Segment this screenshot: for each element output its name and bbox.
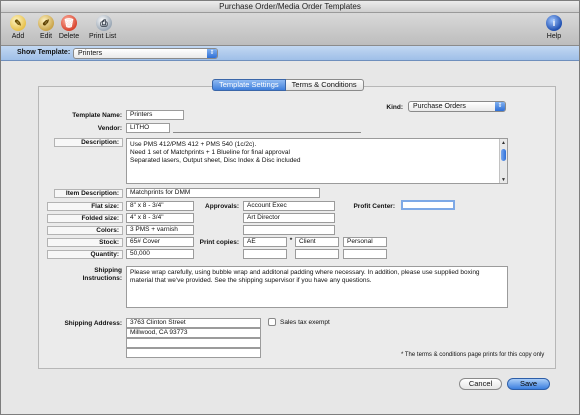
vendor-label: Vendor: bbox=[97, 125, 122, 132]
item-description-label: Item Description: bbox=[54, 189, 123, 198]
description-line: Separated lasers, Output sheet, Disc Ind… bbox=[130, 157, 301, 164]
sales-tax-exempt-checkbox[interactable] bbox=[268, 318, 276, 326]
show-template-label: Show Template: bbox=[17, 49, 71, 56]
print-copy-field[interactable]: Personal bbox=[343, 237, 387, 247]
edit-label: Edit bbox=[39, 33, 53, 40]
edit-button[interactable]: ✐ Edit bbox=[35, 15, 57, 40]
folded-size-label: Folded size: bbox=[47, 214, 123, 223]
kind-arrow-icon: ⇕ bbox=[495, 102, 505, 111]
kind-label: Kind: bbox=[386, 104, 403, 111]
content-area: Template Name: Printers Kind: Purchase O… bbox=[1, 61, 579, 414]
window-title: Purchase Order/Media Order Templates bbox=[219, 2, 361, 11]
shipping-address-line[interactable]: 3763 Clinton Street bbox=[126, 318, 261, 328]
save-button[interactable]: Save bbox=[507, 378, 550, 390]
shipping-instructions-label: Shipping bbox=[94, 267, 122, 274]
scroll-down-icon[interactable]: ▼ bbox=[500, 176, 507, 183]
help-icon: i bbox=[546, 15, 562, 31]
description-field[interactable]: Use PMS 412/PMS 412 + PMS 540 (1c/2c). N… bbox=[126, 138, 508, 184]
shipping-instructions-label-2: Instructions: bbox=[82, 275, 122, 282]
vendor-field[interactable]: LITHO bbox=[126, 123, 170, 133]
shipping-instructions-line: material that we've provided. See the sh… bbox=[130, 277, 372, 284]
approvals-label: Approvals: bbox=[205, 203, 239, 210]
description-line: Use PMS 412/PMS 412 + PMS 540 (1c/2c). bbox=[130, 141, 257, 148]
folded-size-field[interactable]: 4" x 8 - 3/4" bbox=[126, 213, 194, 223]
sales-tax-exempt-label: Sales tax exempt bbox=[280, 319, 330, 326]
print-copy-field[interactable] bbox=[243, 249, 287, 259]
print-list-button[interactable]: ⎙ Print List bbox=[89, 15, 116, 40]
flat-size-field[interactable]: 8" x 8 - 3/4" bbox=[126, 201, 194, 211]
print-copy-field[interactable]: Client bbox=[295, 237, 339, 247]
shipping-address-line[interactable] bbox=[126, 348, 261, 358]
cancel-button[interactable]: Cancel bbox=[459, 378, 502, 390]
scroll-up-icon[interactable]: ▲ bbox=[500, 139, 507, 146]
shipping-address-line[interactable] bbox=[126, 338, 261, 348]
tab-template-settings[interactable]: Template Settings bbox=[212, 79, 286, 91]
template-name-label: Template Name: bbox=[72, 112, 122, 119]
template-settings-panel: Template Name: Printers Kind: Purchase O… bbox=[38, 86, 556, 369]
add-button[interactable]: ✎ Add bbox=[7, 15, 29, 40]
select-arrow-icon: ⇕ bbox=[207, 49, 217, 58]
kind-select[interactable]: Purchase Orders ⇕ bbox=[408, 101, 506, 112]
stock-field[interactable]: 65# Cover bbox=[126, 237, 194, 247]
colors-label: Colors: bbox=[47, 226, 123, 235]
print-copies-label: Print copies: bbox=[199, 239, 239, 246]
scroll-thumb[interactable] bbox=[501, 149, 506, 161]
printer-icon: ⎙ bbox=[96, 15, 112, 31]
colors-field[interactable]: 3 PMS + varnish bbox=[126, 225, 194, 235]
help-label: Help bbox=[546, 33, 562, 40]
kind-value: Purchase Orders bbox=[413, 103, 466, 110]
tab-bar: Template Settings Terms & Conditions bbox=[212, 79, 364, 91]
print-copy-field[interactable] bbox=[343, 249, 387, 259]
shipping-address-line[interactable]: Millwood, CA 93773 bbox=[126, 328, 261, 338]
quantity-label: Quantity: bbox=[47, 250, 123, 259]
title-bar: Purchase Order/Media Order Templates bbox=[1, 1, 579, 13]
terms-footnote: * The terms & conditions page prints for… bbox=[401, 352, 545, 358]
show-template-bar: Show Template: Printers ⇕ bbox=[1, 46, 579, 61]
approval-field[interactable]: Account Exec bbox=[243, 201, 335, 211]
description-line: Need 1 set of Matchprints + 1 Blueline f… bbox=[130, 149, 290, 156]
show-template-value: Printers bbox=[78, 50, 103, 57]
item-description-field[interactable]: Matchprints for DMM bbox=[126, 188, 320, 198]
shipping-instructions-line: Please wrap carefully, using bubble wrap… bbox=[130, 269, 480, 276]
delete-label: Delete bbox=[58, 33, 80, 40]
print-list-label: Print List bbox=[89, 33, 117, 40]
vendor-name-line bbox=[173, 132, 361, 133]
quantity-field[interactable]: 50,000 bbox=[126, 249, 194, 259]
shipping-address-label: Shipping Address: bbox=[64, 320, 122, 327]
trash-icon: 🗑 bbox=[61, 15, 77, 31]
tab-terms-conditions[interactable]: Terms & Conditions bbox=[285, 79, 364, 91]
profit-center-field[interactable] bbox=[401, 200, 455, 210]
description-label: Description: bbox=[54, 138, 123, 147]
template-name-field[interactable]: Printers bbox=[126, 110, 184, 120]
toolbar: ✎ Add ✐ Edit 🗑 Delete ⎙ Print List i Hel… bbox=[1, 13, 579, 46]
shipping-instructions-field[interactable]: Please wrap carefully, using bubble wrap… bbox=[126, 266, 508, 308]
print-copies-star: * bbox=[289, 237, 293, 244]
print-copy-field[interactable]: AE bbox=[243, 237, 287, 247]
pencil-icon: ✎ bbox=[10, 15, 26, 31]
help-button[interactable]: i Help bbox=[543, 15, 565, 40]
window: Purchase Order/Media Order Templates ✎ A… bbox=[0, 0, 580, 415]
profit-center-label: Profit Center: bbox=[353, 203, 395, 210]
add-label: Add bbox=[11, 33, 25, 40]
flat-size-label: Flat size: bbox=[47, 202, 123, 211]
approval-field[interactable] bbox=[243, 225, 335, 235]
approval-field[interactable]: Art Director bbox=[243, 213, 335, 223]
description-scrollbar[interactable]: ▲ ▼ bbox=[499, 139, 507, 183]
delete-button[interactable]: 🗑 Delete bbox=[58, 15, 80, 40]
show-template-select[interactable]: Printers ⇕ bbox=[73, 48, 218, 59]
stock-label: Stock: bbox=[47, 238, 123, 247]
edit-icon: ✐ bbox=[38, 15, 54, 31]
print-copy-field[interactable] bbox=[295, 249, 339, 259]
